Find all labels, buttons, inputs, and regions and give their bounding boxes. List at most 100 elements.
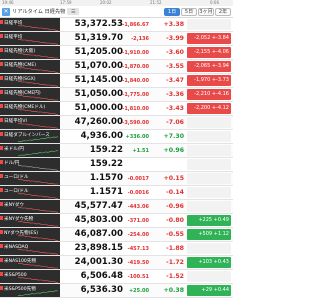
quote-extra-badge: [187, 19, 231, 30]
quote-price: 53,372.53: [74, 19, 123, 29]
sparkline-chart: [18, 66, 58, 73]
quote-change-percent: -1.72: [166, 259, 184, 266]
quote-row[interactable]: 米NYダウ先物 45,803.00 -371.00 -0.80 +225 +0.49: [0, 214, 233, 228]
tab-2y[interactable]: 2年: [215, 7, 231, 16]
quote-row[interactable]: 日経ダブルインバース 4,936.00 +336.00 +7.30: [0, 130, 233, 144]
quote-price: 47,260.00: [74, 117, 123, 127]
quote-change: -443.06: [127, 204, 149, 210]
quote-change: -3,590.00: [122, 120, 149, 126]
quote-name-cell: 米NASDAQ: [0, 242, 60, 255]
quote-price: 51,050.00: [74, 89, 123, 99]
quote-row[interactable]: ドル/円 159.22: [0, 158, 233, 172]
quote-name-cell: 日経ダブルインバース: [0, 130, 60, 143]
quote-change: -0.0017: [127, 176, 149, 182]
quote-row[interactable]: 日経平均VI 47,260.00 -3,590.00 -7.06: [0, 116, 233, 130]
sparkline-chart: [18, 263, 58, 269]
sparkline-line: [18, 207, 58, 213]
menu-icon[interactable]: ☰: [67, 8, 80, 15]
row-marker-icon: [0, 286, 3, 290]
quote-change: -1,840.00: [122, 78, 149, 84]
tab-5d[interactable]: 5日: [181, 7, 197, 16]
quote-name-cell: 米NYダウ先物: [0, 214, 60, 227]
quote-name-cell: 米ドル/円: [0, 144, 60, 157]
quote-change-percent: -0.96: [166, 203, 184, 210]
app-logo-icon[interactable]: ✕: [2, 7, 10, 16]
sparkline-line: [18, 290, 58, 296]
quote-change: +336.00: [125, 134, 149, 140]
quote-price: 1.1570: [89, 173, 123, 183]
sparkline-line: [18, 221, 58, 227]
sparkline-chart: [18, 95, 58, 101]
sparkline-chart: [18, 276, 58, 283]
quote-extra-badge: [187, 173, 231, 184]
sparkline-chart: [18, 249, 58, 255]
quote-row[interactable]: 米S&P500 6,506.48 -100.51 -1.52: [0, 270, 233, 284]
quote-change: -457.13: [127, 246, 149, 252]
tab-3m[interactable]: 3ヶ月: [198, 7, 214, 16]
row-marker-icon: [0, 34, 3, 38]
sparkline-line: [18, 165, 58, 171]
row-marker-icon: [0, 258, 3, 262]
quote-row[interactable]: 日経平均 53,372.53 -1,866.67 +3.38: [0, 18, 233, 32]
row-marker-icon: [0, 188, 3, 192]
quote-name-cell: 日経先物(CME円): [0, 88, 60, 101]
quote-price: 159.22: [89, 145, 123, 155]
quote-row[interactable]: 米NYダウ 45,577.47 -443.06 -0.96: [0, 200, 233, 214]
sparkline-chart: [18, 290, 58, 296]
quote-change: -2,136: [131, 36, 149, 42]
quote-change-percent: +7.30: [163, 133, 184, 140]
row-marker-icon: [0, 230, 3, 234]
app-title: リアルタイム 日経先物: [12, 9, 66, 15]
sparkline-line: [18, 150, 58, 157]
quote-extra-badge: -2,052 +-3.84: [187, 33, 231, 44]
quote-change: -1,775.00: [122, 92, 149, 98]
row-marker-icon: [0, 174, 3, 178]
sparkline-line: [18, 276, 58, 283]
quote-row[interactable]: 日経先物(SGX) 51,145.00 -1,840.00 -3.47 -1,970 +…: [0, 74, 233, 88]
sparkline-line: [18, 108, 58, 115]
quote-change-percent: -3.36: [166, 91, 184, 98]
quote-change-percent: -0.14: [166, 189, 184, 196]
quote-name-cell: 日経平均VI: [0, 116, 60, 129]
quote-row[interactable]: 米ドル/円 159.22 +1.51 +0.96: [0, 144, 233, 158]
sparkline-line: [18, 249, 58, 255]
quote-extra-badge: +509 +1.12: [187, 229, 231, 240]
quote-name-cell: NYダウ先物(ES): [0, 228, 60, 241]
quote-row[interactable]: 日経先物(CME) 51,070.00 -1,870.00 -3.55 -2,065 +…: [0, 60, 233, 74]
sparkline-line: [18, 66, 58, 73]
quote-row[interactable]: 日経平均 51,319.70 -2,136 -3.99 -2,052 +-3.84: [0, 32, 233, 46]
quote-price: 24,001.30: [74, 257, 123, 267]
sparkline-chart: [18, 165, 58, 171]
quote-row[interactable]: 日経先物(CMEドル) 51,000.00 -1,810.00 -3.43 -2,200…: [0, 102, 233, 116]
quote-row[interactable]: 米NASDAQ 23,898.15 -457.13 -1.88: [0, 242, 233, 256]
quote-row[interactable]: 日経先物(大阪) 51,205.00 -1,910.00 -3.60 -2,155 +-…: [0, 46, 233, 60]
sparkline-chart: [18, 179, 58, 185]
quote-row[interactable]: 米S&P500先物 6,536.30 +25.00 +0.38 +29 +0.44: [0, 284, 233, 298]
quote-row[interactable]: 日経先物(CME円) 51,050.00 -1,775.00 -3.36 -2,210 …: [0, 88, 233, 102]
quote-name-cell: 米S&P500先物: [0, 284, 60, 297]
quote-extra-badge: +103 +0.43: [187, 257, 231, 268]
quote-change: -1,870.00: [122, 64, 149, 70]
quote-row[interactable]: ユーロ/ドル 1.1570 -0.0017 +0.15: [0, 172, 233, 186]
tab-1d[interactable]: 1日: [164, 7, 180, 16]
row-marker-icon: [0, 62, 3, 66]
sparkline-chart: [18, 207, 58, 213]
quote-change: -371.00: [127, 218, 149, 224]
quote-change-percent: +3.38: [163, 21, 184, 28]
quote-row[interactable]: NYダウ先物(ES) 46,087.00 -254.00 -0.55 +509 +1.1…: [0, 228, 233, 242]
row-marker-icon: [0, 48, 3, 52]
quote-name-cell: 米S&P500: [0, 270, 60, 283]
sparkline-line: [18, 123, 58, 129]
row-marker-icon: [0, 202, 3, 206]
quote-extra-badge: -2,155 +-4.06: [187, 47, 231, 58]
quote-row[interactable]: 米NAS100先物 24,001.30 -419.50 -1.72 +103 +0.43: [0, 256, 233, 270]
app-header: ✕ リアルタイム 日経先物 ☰ 1日 5日 3ヶ月 2年: [0, 6, 233, 18]
quote-change-percent: +0.96: [163, 147, 184, 154]
period-tabs: 1日 5日 3ヶ月 2年: [163, 7, 231, 16]
row-marker-icon: [0, 244, 3, 248]
quote-change-percent: -7.06: [166, 119, 184, 126]
quote-row[interactable]: ユーロ/ドル 1.1571 -0.0016 -0.14: [0, 186, 233, 200]
quote-name-cell: ドル/円: [0, 158, 60, 171]
quote-extra-badge: -2,200 +-4.12: [187, 103, 231, 114]
quote-extra-badge: +225 +0.49: [187, 215, 231, 226]
